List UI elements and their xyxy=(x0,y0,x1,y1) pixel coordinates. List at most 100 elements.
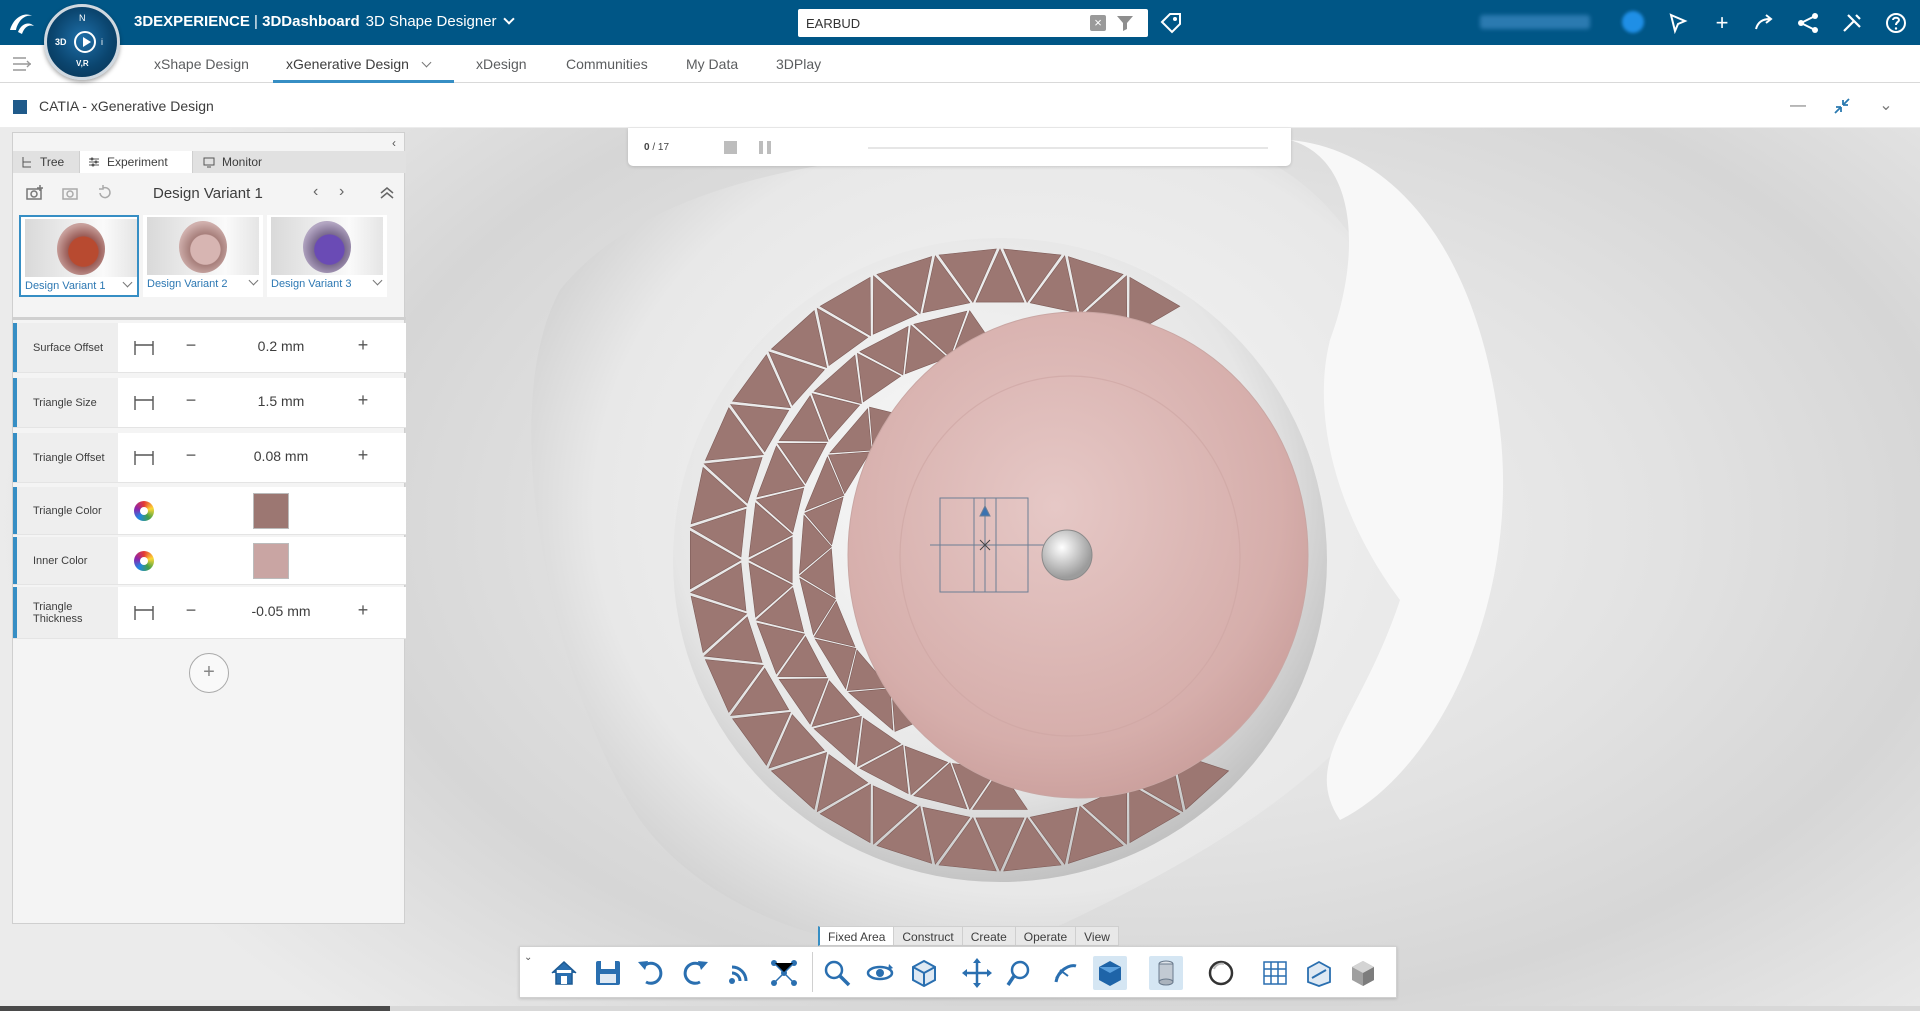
tag-icon[interactable] xyxy=(1160,12,1182,34)
minimize-icon[interactable]: — xyxy=(1788,96,1808,116)
variant-preview-image xyxy=(271,217,383,275)
collapse-panel-icon[interactable]: ‹ xyxy=(392,136,404,150)
variant-thumbnail-2[interactable]: Design Variant 2 xyxy=(143,215,263,297)
network-graph-icon[interactable] xyxy=(767,956,801,990)
increment-button[interactable]: + xyxy=(353,390,373,411)
ds-logo-icon[interactable] xyxy=(6,8,38,38)
variant-thumbnail-1[interactable]: Design Variant 1 xyxy=(19,215,139,297)
app-title[interactable]: 3DEXPERIENCE | 3DDashboard 3D Shape Desig… xyxy=(134,13,515,30)
pause-icon[interactable] xyxy=(759,141,771,154)
zoom-icon[interactable] xyxy=(820,956,854,990)
param-label: Triangle Size xyxy=(17,378,118,427)
capture-variant-icon[interactable] xyxy=(25,184,45,202)
tab-fixed-area[interactable]: Fixed Area xyxy=(818,926,895,946)
user-name[interactable] xyxy=(1480,15,1590,29)
increment-button[interactable]: + xyxy=(353,600,373,621)
catia-app-icon xyxy=(13,100,27,114)
sphere-icon[interactable] xyxy=(1204,956,1238,990)
help-icon[interactable] xyxy=(1884,11,1908,35)
tab-operate[interactable]: Operate xyxy=(1014,926,1077,946)
chevron-down-icon[interactable]: ⌄ xyxy=(524,952,538,966)
cylinder-icon[interactable] xyxy=(1149,956,1183,990)
tab-tree[interactable]: Tree xyxy=(13,151,79,173)
normal-view-icon[interactable] xyxy=(1048,956,1082,990)
tab-xdesign[interactable]: xDesign xyxy=(476,45,527,83)
add-parameter-button[interactable]: + xyxy=(189,653,229,693)
dimension-icon[interactable] xyxy=(132,449,156,467)
triangle-color-swatch[interactable] xyxy=(253,493,289,529)
variant-thumbnail-3[interactable]: Design Variant 3 xyxy=(267,215,387,297)
tab-construct[interactable]: Construct xyxy=(893,926,963,946)
panel-tabs: Tree Experiment Monitor xyxy=(13,151,406,173)
chevron-down-icon[interactable] xyxy=(122,277,133,288)
param-label: Surface Offset xyxy=(17,323,118,372)
pan-icon[interactable] xyxy=(960,956,994,990)
tools-icon[interactable] xyxy=(1840,11,1864,35)
tab-view[interactable]: View xyxy=(1075,926,1119,946)
undo-icon[interactable] xyxy=(634,956,668,990)
tab-my-data[interactable]: My Data xyxy=(686,45,738,83)
variant-header: Design Variant 1 ‹ › xyxy=(13,175,406,209)
zoom-area-icon[interactable] xyxy=(1003,956,1037,990)
avatar[interactable] xyxy=(1622,11,1644,33)
grid-icon[interactable] xyxy=(1258,956,1292,990)
tab-monitor[interactable]: Monitor xyxy=(195,151,285,173)
dimension-icon[interactable] xyxy=(132,604,156,622)
compare-variant-icon[interactable] xyxy=(61,184,81,202)
param-value[interactable]: 0.2 mm xyxy=(221,338,341,354)
tab-communities[interactable]: Communities xyxy=(566,45,648,83)
chevron-down-icon[interactable]: ⌄ xyxy=(1876,96,1896,116)
save-icon[interactable] xyxy=(591,956,625,990)
increment-button[interactable]: + xyxy=(353,335,373,356)
cube-view-icon[interactable] xyxy=(907,956,941,990)
decrement-button[interactable]: − xyxy=(181,600,201,621)
param-value[interactable]: 1.5 mm xyxy=(221,393,341,409)
dimension-icon[interactable] xyxy=(132,394,156,412)
chevron-down-icon[interactable] xyxy=(248,275,259,286)
dimension-icon[interactable] xyxy=(132,339,156,357)
add-icon[interactable]: + xyxy=(1710,11,1734,35)
param-value[interactable]: -0.05 mm xyxy=(221,603,341,619)
box-icon[interactable] xyxy=(1346,956,1380,990)
decrement-button[interactable]: − xyxy=(181,390,201,411)
chevron-down-icon[interactable] xyxy=(372,275,383,286)
previous-variant-icon[interactable]: ‹ xyxy=(313,183,318,201)
tab-xgenerative-design[interactable]: xGenerative Design xyxy=(286,45,432,83)
monitor-icon xyxy=(203,157,215,168)
filter-icon[interactable] xyxy=(1116,15,1134,31)
collapse-up-icon[interactable] xyxy=(377,184,397,202)
network-icon[interactable] xyxy=(1796,11,1820,35)
inner-color-swatch[interactable] xyxy=(253,543,289,579)
active-tab-indicator xyxy=(273,80,454,83)
compass-icon[interactable]: N 3D i V,R xyxy=(44,4,120,80)
reset-icon[interactable] xyxy=(95,184,115,202)
rotate-icon[interactable] xyxy=(863,956,897,990)
tab-3dplay[interactable]: 3DPlay xyxy=(776,45,821,83)
section-icon[interactable] xyxy=(1302,956,1336,990)
progress-count: 0 / 17 xyxy=(644,142,670,153)
stop-icon[interactable] xyxy=(724,141,737,154)
param-value[interactable]: 0.08 mm xyxy=(221,448,341,464)
home-icon[interactable] xyxy=(547,956,581,990)
clear-search-icon[interactable]: × xyxy=(1090,15,1106,31)
chevron-down-icon[interactable] xyxy=(421,57,432,68)
decrement-button[interactable]: − xyxy=(181,335,201,356)
share-icon[interactable] xyxy=(1752,11,1776,35)
variant-preview-image xyxy=(25,219,137,277)
next-variant-icon[interactable]: › xyxy=(339,183,344,201)
tab-xshape-design[interactable]: xShape Design xyxy=(154,45,249,83)
shaded-cube-icon[interactable] xyxy=(1093,956,1127,990)
notifications-icon[interactable] xyxy=(1666,11,1690,35)
color-wheel-icon[interactable] xyxy=(134,501,154,521)
signal-icon[interactable] xyxy=(723,956,757,990)
restore-icon[interactable] xyxy=(1832,96,1852,116)
redo-icon[interactable] xyxy=(678,956,712,990)
tab-create[interactable]: Create xyxy=(961,926,1016,946)
menu-icon[interactable] xyxy=(12,55,32,73)
tab-experiment[interactable]: Experiment xyxy=(79,151,193,173)
increment-button[interactable]: + xyxy=(353,445,373,466)
decrement-button[interactable]: − xyxy=(181,445,201,466)
color-wheel-icon[interactable] xyxy=(134,551,154,571)
search-input[interactable] xyxy=(806,13,1076,33)
param-label: Triangle Offset xyxy=(17,433,118,482)
